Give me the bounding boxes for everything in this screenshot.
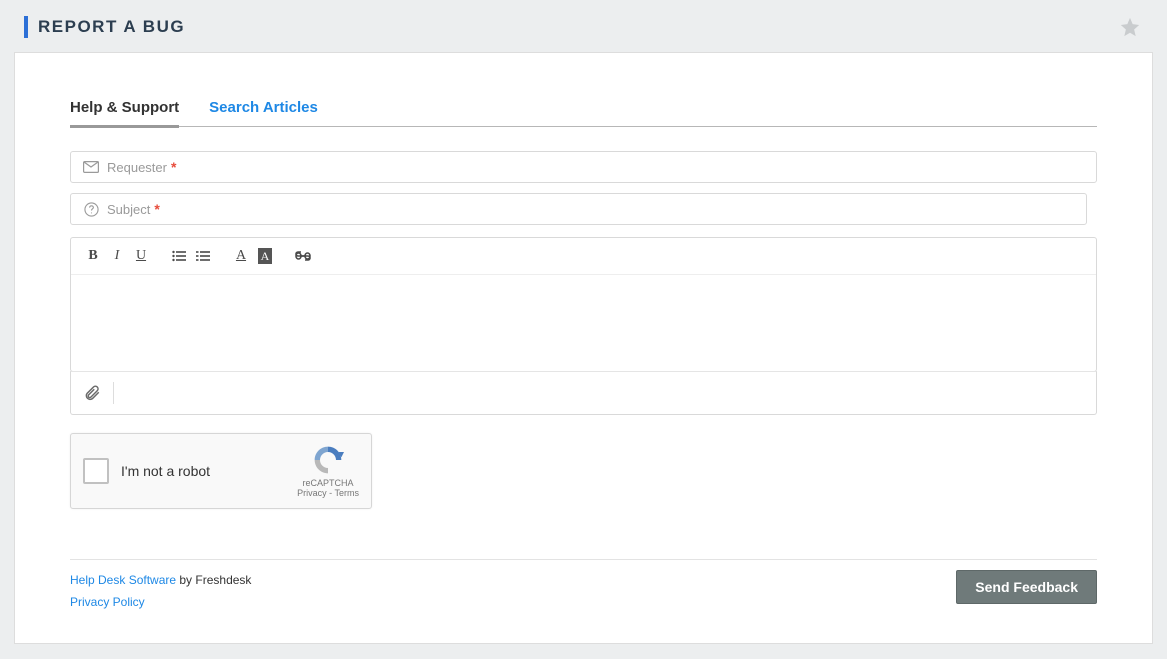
unordered-list-button[interactable] <box>167 246 191 266</box>
page-header: REPORT A BUG <box>14 12 1153 52</box>
recaptcha-terms-link[interactable]: Terms <box>335 488 360 498</box>
subject-placeholder: Subject <box>107 202 150 217</box>
requester-input[interactable] <box>176 160 1086 175</box>
subject-field-wrapper[interactable]: Subject * <box>70 193 1087 225</box>
subject-input[interactable] <box>160 202 1076 217</box>
help-desk-software-link[interactable]: Help Desk Software <box>70 573 176 587</box>
page-title: REPORT A BUG <box>38 17 185 37</box>
text-color-button[interactable]: A <box>229 246 253 266</box>
recaptcha-brand-text: reCAPTCHA <box>303 478 354 488</box>
description-editor: B I U A A <box>70 237 1097 372</box>
highlight-button[interactable]: A <box>253 246 277 266</box>
privacy-policy-link[interactable]: Privacy Policy <box>70 595 145 609</box>
bold-button[interactable]: B <box>81 246 105 266</box>
ordered-list-button[interactable] <box>191 246 215 266</box>
send-feedback-button[interactable]: Send Feedback <box>956 570 1097 604</box>
recaptcha-logo-icon <box>312 444 344 476</box>
recaptcha-checkbox[interactable] <box>83 458 109 484</box>
title-accent-bar <box>24 16 28 38</box>
favorite-star-icon[interactable] <box>1119 16 1153 38</box>
paperclip-icon[interactable] <box>83 384 101 402</box>
recaptcha-privacy-link[interactable]: Privacy <box>297 488 327 498</box>
underline-button[interactable]: U <box>129 246 153 266</box>
tab-help-support[interactable]: Help & Support <box>70 93 179 126</box>
tab-bar: Help & Support Search Articles <box>70 93 1097 127</box>
envelope-icon <box>81 159 101 175</box>
recaptcha-brand: reCAPTCHA Privacy - Terms <box>297 444 359 498</box>
attachment-divider <box>113 382 114 404</box>
requester-placeholder: Requester <box>107 160 167 175</box>
editor-toolbar: B I U A A <box>71 238 1096 275</box>
form-card: Help & Support Search Articles Requester… <box>14 52 1153 644</box>
tab-search-articles[interactable]: Search Articles <box>209 93 318 126</box>
recaptcha-label: I'm not a robot <box>121 463 297 479</box>
requester-field-wrapper[interactable]: Requester * <box>70 151 1097 183</box>
recaptcha-widget: I'm not a robot reCAPTCHA Privacy - Term… <box>70 433 372 509</box>
footer-links: Help Desk Software by Freshdesk Privacy … <box>70 570 251 613</box>
by-freshdesk-text: by Freshdesk <box>176 573 251 587</box>
question-circle-icon <box>81 201 101 217</box>
attachment-row <box>70 371 1097 415</box>
card-footer: Help Desk Software by Freshdesk Privacy … <box>70 559 1097 613</box>
editor-textarea[interactable] <box>71 275 1096 371</box>
italic-button[interactable]: I <box>105 246 129 266</box>
link-button[interactable] <box>291 246 315 266</box>
